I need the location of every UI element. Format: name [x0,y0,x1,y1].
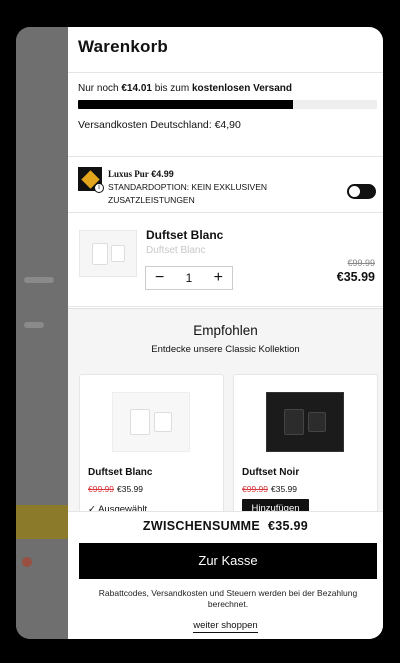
quantity-value[interactable]: 1 [186,271,193,285]
addon-title: Luxus Pur €4.99 [108,168,308,181]
product-old-price: €99.99 [242,484,268,494]
product-name[interactable]: Duftset Blanc [88,467,152,478]
product-card-noir[interactable]: Duftset Noir €99.99 €35.99 Hinzufügen [233,374,378,524]
product-image[interactable] [79,230,137,277]
quantity-stepper: − 1 + [145,266,233,290]
shipping-goal: kostenlosen Versand [191,83,293,94]
addon-brand: Luxus Pur [108,169,149,179]
product-image[interactable] [266,392,344,452]
cart-drawer: Warenkorb Nur noch €14.01 bis zum kosten… [68,27,383,639]
checkout-note: Rabattcodes, Versandkosten und Steuern w… [98,588,358,609]
cart-footer: ZWISCHENSUMME €35.99 Zur Kasse Rabattcode… [68,511,383,639]
diffuser-bottle [284,409,304,435]
info-icon[interactable]: i [94,183,104,193]
background-banner [16,505,68,539]
addon-price: €4.99 [151,169,174,179]
subtotal-label: ZWISCHENSUMME [142,519,261,533]
product-name[interactable]: Duftset Noir [242,467,299,478]
addon-row: i Luxus Pur €4.99 STANDARDOPTION: KEIN E… [68,157,383,213]
decrease-quantity-button[interactable]: − [155,270,164,286]
shipping-cost: Versandkosten Deutschland: €4,90 [78,119,241,131]
free-shipping-section: Nur noch €14.01 bis zum kostenlosen Vers… [68,73,383,157]
shipping-remaining: €14.01 [121,83,152,94]
device-frame: Warenkorb Nur noch €14.01 bis zum kosten… [16,27,383,639]
product-prices: €99.99 €35.99 [242,484,297,494]
recommendation-cards: Duftset Blanc €99.99 €35.99 ✓ Ausgewählt … [79,374,378,524]
candle-jar [110,245,125,262]
recommendations-section: Empfohlen Entdecke unsere Classic Kollek… [68,308,383,524]
addon-description: STANDARDOPTION: KEIN EXKLUSIVEN ZUSATZLE… [108,182,268,205]
checkout-button[interactable]: Zur Kasse [79,543,377,579]
cart-item: Duftset Blanc Duftset Blanc − 1 + €99.99… [68,213,383,307]
subtotal-value: €35.99 [268,519,309,533]
cart-header: Warenkorb [68,27,383,73]
addon-toggle[interactable] [347,184,376,199]
candle-jar [308,412,326,432]
background-badge [22,557,32,567]
continue-shopping-container: weiter shoppen [68,620,383,633]
shipping-prefix: Nur noch [78,83,122,94]
free-shipping-message: Nur noch €14.01 bis zum kostenlosen Vers… [78,82,373,95]
product-price: €35.99 [271,484,297,494]
item-price: €35.99 [336,270,375,284]
candle-jar [154,412,172,432]
subtotal: ZWISCHENSUMME €35.99 [68,519,383,533]
recommendations-title: Empfohlen [193,323,258,338]
item-name[interactable]: Duftset Blanc [146,228,223,242]
shipping-middle: bis zum [151,83,192,94]
increase-quantity-button[interactable]: + [214,270,223,286]
addon-text: Luxus Pur €4.99 STANDARDOPTION: KEIN EXK… [108,168,308,207]
cart-title: Warenkorb [78,37,168,56]
product-old-price: €99.99 [88,484,114,494]
background-page [16,27,68,639]
continue-shopping-link[interactable]: weiter shoppen [193,620,258,633]
shipping-progress-bar [78,100,377,109]
background-text [24,322,44,328]
product-price: €35.99 [117,484,143,494]
background-text [24,277,54,283]
shipping-progress-fill [78,100,294,109]
product-prices: €99.99 €35.99 [88,484,143,494]
diffuser-bottle [130,409,150,435]
diffuser-bottle [91,242,108,265]
item-old-price: €99.99 [347,258,375,268]
product-card-blanc[interactable]: Duftset Blanc €99.99 €35.99 ✓ Ausgewählt [79,374,224,524]
item-variant: Duftset Blanc [146,245,206,256]
recommendations-subtitle: Entdecke unsere Classic Kollektion [151,344,300,355]
product-image[interactable] [112,392,190,452]
